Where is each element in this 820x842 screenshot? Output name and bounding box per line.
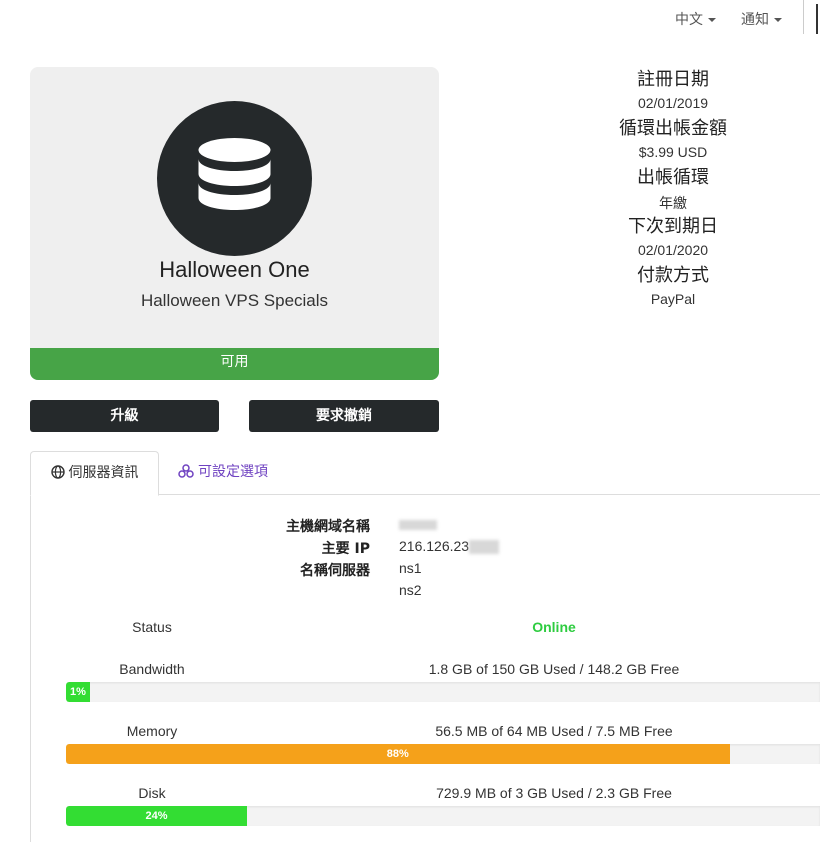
top-navbar: 中文 通知 [0, 0, 820, 36]
primary-ip-value: 216.126.23 [399, 538, 500, 555]
nameservers-label: 名稱伺服器 [300, 563, 370, 579]
memory-label: Memory [126, 723, 178, 739]
payment-method-label: 付款方式 [637, 265, 709, 286]
product-name: Halloween One [159, 257, 310, 282]
hostname-value [399, 516, 437, 532]
nameserver-2: ns2 [399, 582, 422, 598]
upgrade-button[interactable]: 升級 [30, 400, 219, 432]
hostname-label: 主機網域名稱 [286, 519, 370, 535]
registration-date-label: 註冊日期 [637, 69, 709, 90]
cubes-icon [178, 464, 194, 478]
bandwidth-progress-track: 1% [66, 682, 820, 702]
payment-method-value: PayPal [650, 291, 696, 307]
billing-cycle-value: 年繳 [659, 195, 687, 211]
disk-usage-text: 729.9 MB of 3 GB Used / 2.3 GB Free [436, 785, 672, 801]
notifications-dropdown[interactable]: 通知 [741, 9, 782, 29]
product-icon-circle [157, 101, 312, 256]
navbar-edge [816, 4, 818, 34]
product-card: Halloween One Halloween VPS Specials 可用 [30, 67, 439, 380]
tab-server-info[interactable]: 伺服器資訊 [30, 451, 159, 496]
nameserver-1: ns1 [399, 560, 422, 576]
registration-date-value: 02/01/2019 [637, 95, 709, 111]
status-online-value: Online [532, 619, 576, 635]
disk-progress-track: 24% [66, 806, 820, 826]
recurring-amount-label: 循環出帳金額 [619, 118, 727, 139]
disk-percent: 24% [145, 810, 168, 822]
notifications-label: 通知 [741, 11, 769, 27]
language-label: 中文 [675, 11, 703, 27]
product-status-badge: 可用 [30, 348, 439, 380]
chevron-down-icon [708, 18, 716, 23]
redacted-ip-suffix [469, 540, 500, 555]
disk-progress-fill: 24% [66, 806, 247, 826]
chevron-down-icon [774, 18, 782, 23]
primary-ip-label: 主要 IP [321, 541, 370, 557]
disk-label: Disk [138, 785, 166, 801]
product-group: Halloween VPS Specials [140, 291, 329, 310]
tab-configurable-options[interactable]: 可設定選項 [178, 451, 268, 494]
recurring-amount-value: $3.99 USD [638, 144, 708, 160]
bandwidth-label: Bandwidth [119, 661, 185, 677]
memory-progress-track: 88% [66, 744, 820, 764]
database-icon [198, 138, 271, 210]
next-due-date-value: 02/01/2020 [637, 242, 709, 258]
memory-progress-fill: 88% [66, 744, 730, 764]
bandwidth-usage-text: 1.8 GB of 150 GB Used / 148.2 GB Free [428, 661, 680, 677]
memory-percent: 88% [386, 748, 409, 760]
redacted-hostname [399, 520, 437, 531]
navbar-divider [803, 0, 804, 34]
bandwidth-percent: 1% [70, 686, 86, 698]
next-due-date-label: 下次到期日 [628, 216, 718, 237]
language-dropdown[interactable]: 中文 [675, 9, 716, 29]
primary-ip-text: 216.126.23 [399, 538, 470, 554]
tab-server-info-label: 伺服器資訊 [68, 465, 139, 481]
bandwidth-progress-fill: 1% [66, 682, 90, 702]
globe-icon [50, 465, 65, 479]
request-cancellation-button[interactable]: 要求撤銷 [249, 400, 439, 432]
memory-usage-text: 56.5 MB of 64 MB Used / 7.5 MB Free [435, 723, 673, 739]
tab-configurable-options-label: 可設定選項 [198, 464, 268, 480]
status-label: Status [132, 619, 172, 635]
billing-cycle-label: 出帳循環 [637, 167, 709, 188]
